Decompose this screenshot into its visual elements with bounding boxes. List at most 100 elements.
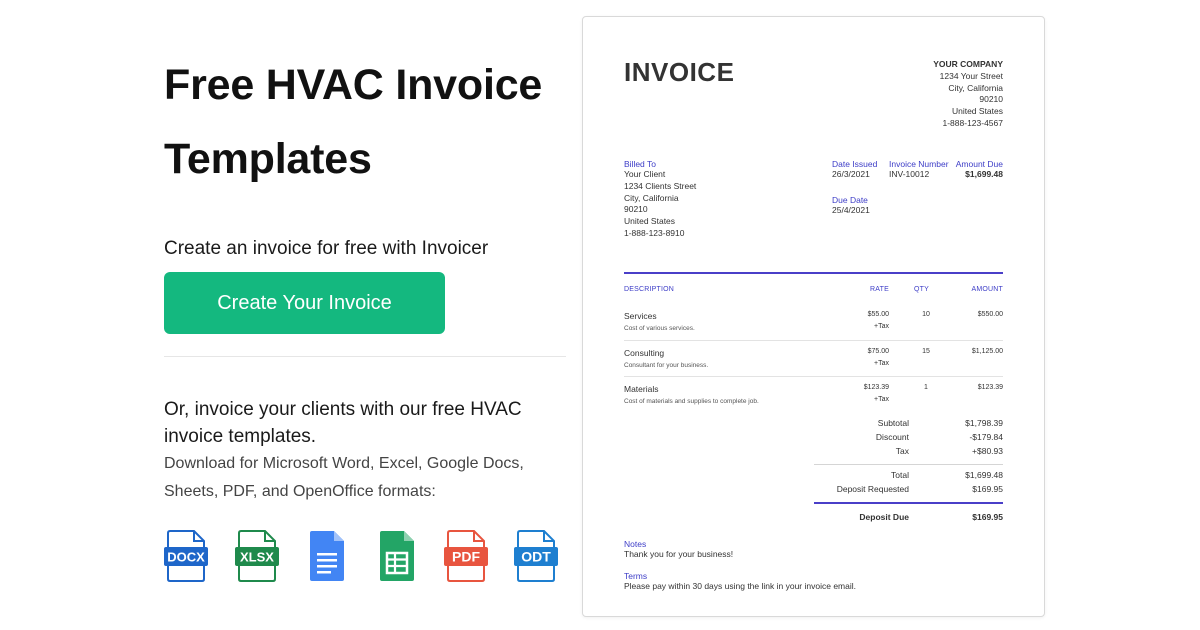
subtotal-label: Subtotal <box>877 418 909 428</box>
google-docs-download[interactable] <box>306 530 350 582</box>
deposit-requested-value: $169.95 <box>972 484 1003 494</box>
company-zip: 90210 <box>979 94 1003 105</box>
line-items-table: DESCRIPTION RATE QTY AMOUNT Services Cos… <box>624 272 1003 414</box>
client-city: City, California <box>624 192 679 203</box>
client-country: United States <box>624 216 676 227</box>
page-title: Free HVAC Invoice Templates <box>164 48 584 196</box>
item-qty: 1 <box>924 384 928 391</box>
item-note: Cost of various services. <box>624 325 695 332</box>
client-street: 1234 Clients Street <box>624 180 697 191</box>
terms-label: Terms <box>624 571 648 581</box>
discount-label: Discount <box>875 432 909 442</box>
deposit-requested-label: Deposit Requested <box>836 484 909 494</box>
amount-due-label: Amount Due <box>955 159 1003 169</box>
item-note: Consultant for your business. <box>624 361 709 369</box>
client-phone: 1-888-123-8910 <box>624 227 685 238</box>
item-amount: $123.39 <box>977 384 1003 391</box>
item-tax: +Tax <box>874 396 889 403</box>
totals-rule <box>814 464 1003 465</box>
terms-text: Please pay within 30 days using the link… <box>624 581 856 591</box>
company-city: City, California <box>948 82 1003 93</box>
google-sheets-icon <box>380 531 414 581</box>
format-downloads: DOCX XLSX PDF ODT <box>164 530 564 582</box>
item-qty: 15 <box>922 347 930 355</box>
pdf-file-icon: PDF <box>444 530 488 582</box>
company-street: 1234 Your Street <box>939 70 1003 81</box>
docx-file-icon: DOCX <box>164 530 208 582</box>
pdf-download[interactable]: PDF <box>444 530 488 582</box>
table-header: DESCRIPTION RATE QTY AMOUNT <box>624 274 1003 304</box>
amount-due-value: $1,699.48 <box>965 169 1003 179</box>
google-docs-icon <box>310 531 344 581</box>
invoice-number-label: Invoice Number <box>889 159 949 169</box>
due-date-value: 25/4/2021 <box>832 205 870 215</box>
due-date-label: Due Date <box>832 195 868 205</box>
totals-block: Subtotal $1,798.39 Discount -$179.84 Tax… <box>814 418 1003 526</box>
company-address: YOUR COMPANY 1234 Your Street City, Cali… <box>933 59 1003 130</box>
total-label: Total <box>891 470 909 480</box>
item-rate: $75.00 <box>867 347 889 355</box>
notes-text: Thank you for your business! <box>624 549 734 559</box>
discount-row: Discount -$179.84 <box>814 432 1003 446</box>
deposit-due-value: $169.95 <box>972 512 1003 522</box>
company-country: United States <box>951 106 1003 117</box>
odt-label: ODT <box>521 549 551 565</box>
item-rate: $123.39 <box>863 384 889 391</box>
item-description: Consulting <box>624 347 665 358</box>
company-phone: 1-888-123-4567 <box>942 117 1004 128</box>
due-date: Due Date 25/4/2021 <box>832 195 870 217</box>
notes-section: Notes Thank you for your business! <box>624 539 733 561</box>
page-title-line2: Templates <box>164 135 372 183</box>
item-tax: +Tax <box>874 359 889 367</box>
item-amount: $1,125.00 <box>971 347 1003 355</box>
terms-section: Terms Please pay within 30 days using th… <box>624 571 856 593</box>
deposit-requested-row: Deposit Requested $169.95 <box>814 484 1003 498</box>
templates-subtext: Download for Microsoft Word, Excel, Goog… <box>164 455 524 500</box>
item-description: Materials <box>624 384 659 394</box>
client-name: Your Client <box>624 169 666 179</box>
item-qty: 10 <box>922 311 930 318</box>
table-row: Services Cost of various services. $55.0… <box>624 304 1003 341</box>
total-value: $1,699.48 <box>965 470 1003 480</box>
create-invoice-button[interactable]: Create Your Invoice <box>164 272 445 334</box>
billed-to: Billed To Your Client 1234 Clients Stree… <box>624 159 696 240</box>
xlsx-label: XLSX <box>240 550 274 565</box>
odt-file-icon: ODT <box>514 530 558 582</box>
date-issued-label: Date Issued <box>832 159 878 169</box>
page-title-line1: Free HVAC Invoice <box>164 61 543 109</box>
xlsx-download[interactable]: XLSX <box>235 530 279 582</box>
date-issued: Date Issued 26/3/2021 <box>832 159 877 181</box>
col-amount: AMOUNT <box>971 286 1003 293</box>
table-row: Materials Cost of materials and supplies… <box>624 377 1003 414</box>
item-rate: $55.00 <box>867 311 889 318</box>
templates-heading: Or, invoice your clients with our free H… <box>164 399 522 447</box>
total-row: Total $1,699.48 <box>814 470 1003 484</box>
billed-to-label: Billed To <box>624 159 656 169</box>
deposit-rule <box>814 502 1003 504</box>
col-qty: QTY <box>914 286 929 293</box>
tax-label: Tax <box>895 446 909 456</box>
docx-download[interactable]: DOCX <box>164 530 208 582</box>
invoice-preview: INVOICE YOUR COMPANY 1234 Your Street Ci… <box>582 16 1045 617</box>
item-note: Cost of materials and supplies to comple… <box>624 398 759 405</box>
deposit-due-label: Deposit Due <box>859 512 909 522</box>
invoice-number-value: INV-10012 <box>889 169 930 179</box>
odt-download[interactable]: ODT <box>514 530 558 582</box>
col-description: DESCRIPTION <box>624 286 675 293</box>
col-rate: RATE <box>870 286 889 293</box>
tax-row: Tax +$80.93 <box>814 446 1003 460</box>
item-amount: $550.00 <box>977 311 1003 318</box>
google-sheets-download[interactable] <box>376 530 420 582</box>
item-tax: +Tax <box>874 323 889 330</box>
client-zip: 90210 <box>624 204 648 215</box>
docx-label: DOCX <box>167 550 205 565</box>
invoice-number: Invoice Number INV-10012 <box>889 159 949 181</box>
pdf-label: PDF <box>452 549 480 565</box>
divider <box>164 356 566 357</box>
tax-value: +$80.93 <box>972 446 1003 456</box>
subtotal-value: $1,798.39 <box>965 418 1003 428</box>
item-description: Services <box>624 311 657 321</box>
subtotal-row: Subtotal $1,798.39 <box>814 418 1003 432</box>
invoice-title: INVOICE <box>624 57 735 87</box>
xlsx-file-icon: XLSX <box>235 530 279 582</box>
